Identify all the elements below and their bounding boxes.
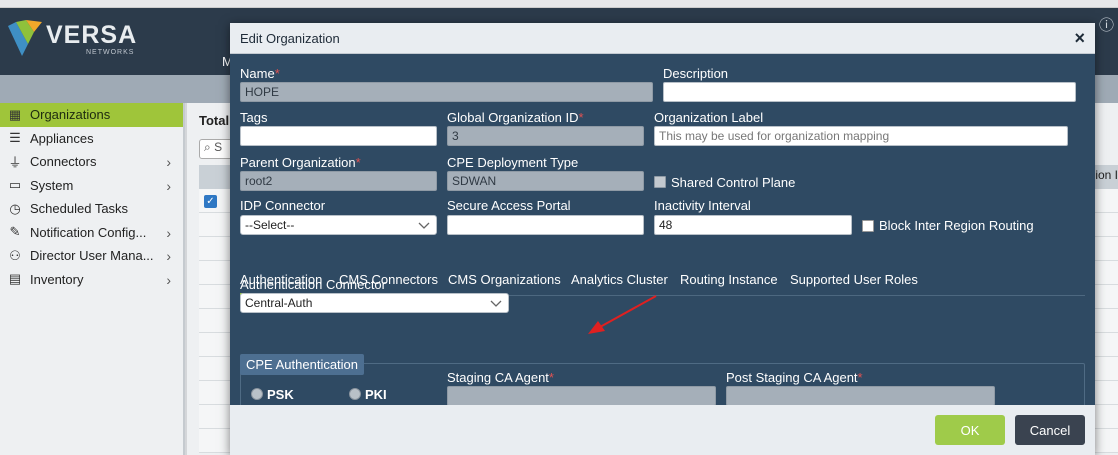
idp-connector-label: IDP Connector: [240, 198, 326, 213]
staging-ca-agent-field[interactable]: [447, 386, 716, 406]
sidebar-item-notification[interactable]: ✎ Notification Config... ›: [0, 221, 183, 245]
sidebar-item-label: Inventory: [30, 271, 84, 287]
browser-strip: [0, 0, 1118, 8]
cancel-button[interactable]: Cancel: [1015, 415, 1085, 445]
modal-footer: OK Cancel: [230, 405, 1095, 455]
scheduled-tasks-icon: ◷: [9, 200, 21, 216]
global-org-id-label: Global Organization ID*: [447, 110, 584, 125]
auth-connector-label: Authentication Connector: [240, 277, 386, 292]
search-glimpse-text: S: [214, 140, 223, 154]
total-label: Total: [199, 113, 230, 128]
annotation-arrow-icon: [588, 295, 657, 334]
modal-body: Name* HOPE Description Tags Global Organ…: [230, 54, 1095, 417]
sidebar-item-label: Organizations: [30, 107, 111, 123]
versa-logo: VERSA NETWORKS: [8, 18, 138, 62]
chevron-right-icon: ›: [166, 154, 171, 170]
org-label-label: Organization Label: [654, 110, 764, 125]
users-icon: ⚇: [9, 247, 21, 263]
select-all-checkbox[interactable]: ✓: [204, 195, 217, 208]
inventory-icon: ▤: [8, 271, 22, 287]
sidebar-item-connectors[interactable]: ⏚ Connectors ›: [0, 150, 183, 174]
info-icon[interactable]: ⓘ: [1099, 14, 1114, 35]
inactivity-interval-field[interactable]: 48: [654, 215, 852, 235]
edit-organization-modal: Edit Organization × Name* HOPE Descripti…: [230, 23, 1095, 455]
logo-subtext: NETWORKS: [86, 49, 135, 56]
psk-radio[interactable]: [251, 388, 263, 400]
sidebar-item-label: Appliances: [30, 130, 94, 146]
versa-logo-icon: [8, 20, 42, 56]
modal-titlebar: Edit Organization ×: [230, 23, 1095, 54]
column-header-glimpse: ion I: [1095, 168, 1118, 182]
ok-button[interactable]: OK: [935, 415, 1005, 445]
parent-org-field[interactable]: root2: [240, 171, 437, 191]
sidebar-item-scheduled-tasks[interactable]: ◷ Scheduled Tasks: [0, 197, 183, 221]
chevron-right-icon: ›: [166, 224, 171, 241]
sidebar: ▦ Organizations ☰ Appliances ⏚ Connector…: [0, 103, 185, 455]
block-inter-region-label: Block Inter Region Routing: [879, 218, 1034, 233]
tab-cms-organizations[interactable]: CMS Organizations: [448, 272, 561, 293]
global-org-id-field[interactable]: 3: [447, 126, 644, 146]
pki-label: PKI: [365, 387, 387, 402]
tab-routing-instance[interactable]: Routing Instance: [680, 272, 778, 293]
tab-supported-user-roles[interactable]: Supported User Roles: [790, 272, 918, 293]
organizations-icon: ▦: [8, 106, 22, 122]
notification-icon: ✎: [9, 224, 21, 240]
name-label: Name*: [240, 66, 280, 81]
sidebar-item-label: Connectors: [30, 154, 97, 170]
shared-control-plane-label: Shared Control Plane: [671, 175, 796, 190]
auth-connector-select[interactable]: Central-Auth: [240, 293, 509, 313]
name-field[interactable]: HOPE: [240, 82, 653, 102]
inactivity-interval-label: Inactivity Interval: [654, 198, 751, 213]
modal-title: Edit Organization: [240, 31, 340, 46]
post-staging-ca-agent-field[interactable]: [726, 386, 995, 406]
cpe-authentication-legend: CPE Authentication: [240, 354, 365, 375]
chevron-down-icon: [490, 300, 502, 307]
logo-wordmark: VERSA: [46, 21, 138, 49]
idp-connector-select[interactable]: --Select--: [240, 215, 437, 235]
cpe-deployment-label: CPE Deployment Type: [447, 155, 579, 170]
sidebar-item-label: Director User Mana...: [30, 248, 154, 264]
cpe-deployment-field[interactable]: SDWAN: [447, 171, 644, 191]
shared-control-plane-checkbox[interactable]: [654, 176, 666, 188]
pki-radio[interactable]: [349, 388, 361, 400]
tags-field[interactable]: [240, 126, 437, 146]
connectors-icon: ⏚: [8, 155, 22, 171]
sidebar-item-system[interactable]: ▭ System ›: [0, 174, 183, 198]
secure-access-portal-label: Secure Access Portal: [447, 198, 571, 213]
sidebar-item-label: Scheduled Tasks: [30, 201, 129, 217]
org-label-field[interactable]: This may be used for organization mappin…: [654, 126, 1068, 146]
sidebar-item-label: System: [30, 177, 74, 193]
chevron-down-icon: [418, 222, 430, 229]
sidebar-item-organizations[interactable]: ▦ Organizations: [0, 103, 183, 127]
sidebar-item-label: Notification Config...: [30, 224, 147, 240]
description-field[interactable]: [663, 82, 1076, 102]
idp-connector-value: --Select--: [245, 218, 295, 232]
block-inter-region-checkbox[interactable]: [862, 220, 874, 232]
auth-connector-value: Central-Auth: [245, 296, 313, 310]
chevron-right-icon: ›: [166, 248, 171, 264]
staging-ca-agent-label: Staging CA Agent*: [447, 370, 554, 385]
description-label: Description: [663, 66, 729, 81]
sidebar-item-inventory[interactable]: ▤ Inventory ›: [0, 268, 183, 292]
sidebar-item-director-users[interactable]: ⚇ Director User Mana... ›: [0, 244, 183, 268]
sidebar-item-appliances[interactable]: ☰ Appliances: [0, 127, 183, 151]
psk-label: PSK: [267, 387, 294, 402]
system-icon: ▭: [8, 177, 22, 193]
secure-access-portal-field[interactable]: [447, 215, 644, 235]
appliances-icon: ☰: [9, 130, 21, 146]
chevron-right-icon: ›: [166, 177, 171, 194]
parent-org-label: Parent Organization*: [240, 155, 361, 170]
post-staging-ca-agent-label: Post Staging CA Agent*: [726, 370, 863, 385]
tags-label: Tags: [240, 110, 268, 125]
close-icon[interactable]: ×: [1074, 28, 1085, 49]
search-icon: ⌕: [204, 140, 211, 154]
tab-analytics-cluster[interactable]: Analytics Cluster: [571, 272, 668, 293]
chevron-right-icon: ›: [166, 271, 171, 288]
